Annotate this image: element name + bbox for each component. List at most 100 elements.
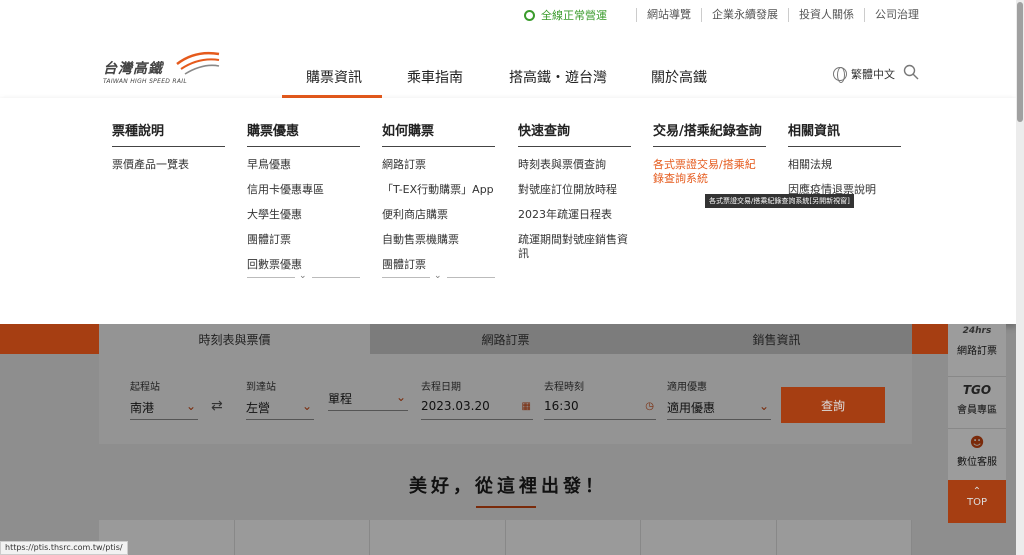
booking-tabs: 時刻表與票價 網路訂票 銷售資訊	[99, 324, 912, 354]
menu-col-title: 票種說明	[112, 120, 225, 147]
origin-field: 起程站 南港 ⌄	[130, 378, 198, 420]
ticket-info-dropdown: 票種說明 票價產品一覽表 購票優惠 早鳥優惠 信用卡優惠專區 大學生優惠 團體訂…	[0, 98, 1016, 324]
service-tile[interactable]	[235, 520, 370, 555]
service-tile[interactable]	[777, 520, 912, 555]
menu-item[interactable]: 早鳥優惠	[247, 158, 360, 172]
tab-online-booking[interactable]: 網路訂票	[370, 324, 641, 354]
service-tile[interactable]	[370, 520, 506, 555]
chevron-down-icon: ⌄	[185, 399, 196, 413]
trip-type-value: 單程	[328, 392, 353, 406]
logo-swoosh-icon	[176, 51, 220, 75]
trip-type-field: 單程 ⌄	[328, 384, 408, 411]
search-button[interactable]: 查詢	[781, 387, 885, 423]
trip-type-select[interactable]: 單程 ⌄	[328, 390, 408, 411]
destination-select[interactable]: 左營 ⌄	[246, 399, 314, 420]
operation-status-text: 全線正常營運	[541, 9, 607, 22]
utility-links: 網站導覽 企業永續發展 投資人關係 公司治理	[636, 8, 929, 22]
menu-col-title: 購票優惠	[247, 120, 360, 147]
link-tooltip: 各式票證交易/搭乘紀錄查詢系統[另開新視窗]	[705, 194, 854, 208]
chevron-down-icon: ⌄	[395, 390, 406, 404]
language-label: 繁體中文	[851, 68, 895, 81]
menu-col-title: 快速查詢	[518, 120, 631, 147]
tab-sales-info[interactable]: 銷售資訊	[641, 324, 912, 354]
utility-link-sitemap[interactable]: 網站導覽	[636, 8, 701, 22]
origin-select[interactable]: 南港 ⌄	[130, 399, 198, 420]
menu-item[interactable]: 「T-EX行動購票」App	[382, 183, 495, 197]
utility-link-sustainability[interactable]: 企業永續發展	[701, 8, 788, 22]
slogan: 美好，從這裡出發！	[409, 476, 607, 497]
logo-chinese: 台灣高鐵	[103, 61, 163, 77]
scrollbar-thumb[interactable]	[1017, 2, 1023, 122]
scrollbar[interactable]	[1016, 0, 1024, 555]
time-value: 16:30	[544, 399, 579, 413]
menu-item[interactable]: 信用卡優惠專區	[247, 183, 360, 197]
utility-link-investor[interactable]: 投資人關係	[788, 8, 864, 22]
time-input[interactable]: 16:30 ◷	[544, 399, 656, 420]
menu-item[interactable]: 疏運期間對號座銷售資訊	[518, 233, 631, 261]
menu-item[interactable]: 便利商店購票	[382, 208, 495, 222]
chevron-up-icon: ⌃	[972, 486, 982, 497]
origin-label: 起程站	[130, 382, 160, 393]
sidebar-online-booking-label: 網路訂票	[957, 346, 997, 357]
decor-bar	[0, 324, 99, 354]
slogan-underline	[476, 506, 536, 508]
origin-value: 南港	[130, 401, 155, 415]
service-tile[interactable]	[641, 520, 777, 555]
menu-item[interactable]: 回數票優惠	[247, 258, 360, 272]
sidebar-online-booking[interactable]: 24hrs 網路訂票	[948, 326, 1006, 357]
menu-col-title: 相關資訊	[788, 120, 901, 147]
menu-item[interactable]: 2023年疏運日程表	[518, 208, 631, 222]
menu-item[interactable]: 票價產品一覽表	[112, 158, 225, 172]
logo-english: TAIWAN HIGH SPEED RAIL	[103, 78, 187, 85]
date-input[interactable]: 2023.03.20 ▦	[421, 399, 533, 420]
swap-stations-icon[interactable]: ⇄	[211, 398, 223, 414]
nav-travel-taiwan[interactable]: 搭高鐵・遊台灣	[509, 67, 607, 87]
main-header: 台灣高鐵 TAIWAN HIGH SPEED RAIL 購票資訊 乘車指南 搭高…	[0, 32, 1024, 98]
menu-item-active[interactable]: 各式票證交易/搭乘紀錄查詢系統	[653, 158, 766, 186]
menu-col-ticket-types: 票種說明 票價產品一覽表	[112, 120, 225, 183]
language-switcher[interactable]: 繁體中文	[833, 66, 895, 83]
operation-status[interactable]: 全線正常營運	[524, 7, 607, 23]
tab-timetable[interactable]: 時刻表與票價	[99, 324, 370, 354]
globe-icon	[833, 67, 847, 83]
date-field: 去程日期 2023.03.20 ▦	[421, 378, 533, 420]
sidebar-member[interactable]: TGO 會員專區	[948, 376, 1006, 416]
menu-item[interactable]: 時刻表與票價查詢	[518, 158, 631, 172]
chevron-down-icon: ⌄	[434, 271, 442, 281]
menu-item[interactable]: 大學生優惠	[247, 208, 360, 222]
show-more-toggle[interactable]: ⌄	[247, 271, 360, 283]
date-label: 去程日期	[421, 382, 461, 393]
menu-item[interactable]: 自動售票機購票	[382, 233, 495, 247]
nav-about[interactable]: 關於高鐵	[651, 67, 707, 87]
chevron-down-icon: ⌄	[758, 399, 769, 413]
floating-sidebar: 24hrs 網路訂票 TGO 會員專區 ☻ 數位客服	[948, 324, 1006, 484]
utility-link-governance[interactable]: 公司治理	[864, 8, 929, 22]
tgo-icon: TGO	[962, 383, 992, 397]
service-icons-strip	[99, 520, 912, 555]
decor-bar	[912, 324, 948, 354]
back-to-top-button[interactable]: ⌃ TOP	[948, 480, 1006, 523]
thsr-logo[interactable]: 台灣高鐵 TAIWAN HIGH SPEED RAIL	[103, 48, 223, 88]
back-to-top-label: TOP	[966, 497, 987, 508]
show-more-toggle[interactable]: ⌄	[382, 271, 495, 283]
chevron-down-icon: ⌄	[301, 399, 312, 413]
menu-item[interactable]: 團體訂票	[247, 233, 360, 247]
menu-item[interactable]: 團體訂票	[382, 258, 495, 272]
menu-col-title: 如何購票	[382, 120, 495, 147]
calendar-icon: ▦	[521, 401, 531, 412]
search-icon[interactable]	[903, 64, 919, 80]
menu-item[interactable]: 網路訂票	[382, 158, 495, 172]
destination-value: 左營	[246, 401, 271, 415]
nav-ticket-info[interactable]: 購票資訊	[306, 67, 362, 87]
clock-icon: ◷	[645, 401, 654, 412]
destination-label: 到達站	[246, 382, 276, 393]
menu-item[interactable]: 相關法規	[788, 158, 901, 172]
discount-value: 適用優惠	[667, 401, 716, 415]
sidebar-service[interactable]: ☻ 數位客服	[948, 428, 1006, 468]
service-tile[interactable]	[506, 520, 641, 555]
discount-select[interactable]: 適用優惠 ⌄	[667, 399, 771, 420]
menu-item[interactable]: 對號座訂位開放時程	[518, 183, 631, 197]
nav-ride-guide[interactable]: 乘車指南	[407, 67, 463, 87]
discount-label: 適用優惠	[667, 382, 707, 393]
browser-status-url: https://ptis.thsrc.com.tw/ptis/	[0, 541, 128, 555]
